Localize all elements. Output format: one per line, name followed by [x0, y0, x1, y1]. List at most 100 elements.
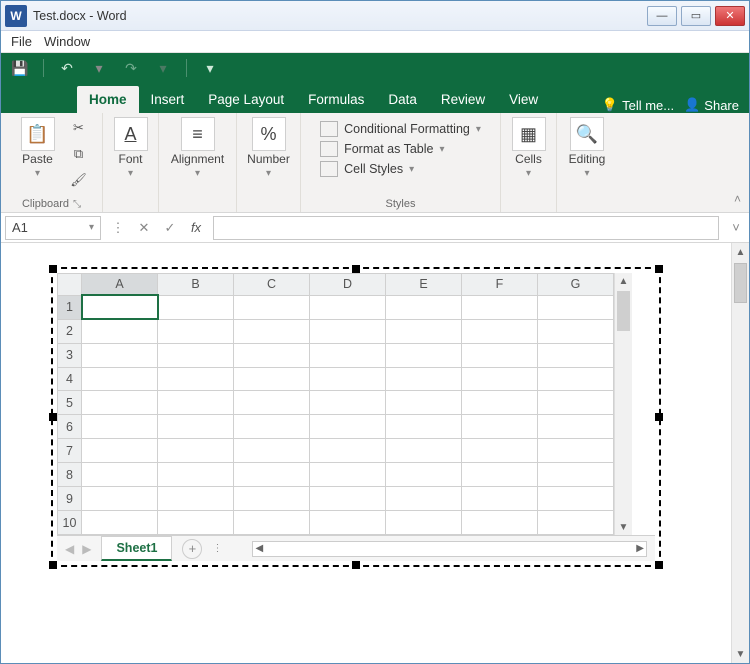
- scroll-up-icon[interactable]: ▲: [615, 273, 632, 289]
- format-painter-icon[interactable]: 🖌: [68, 169, 90, 191]
- redo-dropdown-icon[interactable]: ▾: [154, 59, 172, 77]
- resize-handle[interactable]: [655, 265, 663, 273]
- qat-customize-icon[interactable]: ▾: [201, 59, 219, 77]
- cell[interactable]: [82, 463, 158, 487]
- resize-handle[interactable]: [352, 561, 360, 569]
- cell[interactable]: [310, 511, 386, 535]
- scroll-down-icon[interactable]: ▼: [732, 645, 749, 663]
- cell[interactable]: [310, 439, 386, 463]
- cell[interactable]: [158, 295, 234, 319]
- share-button[interactable]: 👤Share: [684, 97, 739, 113]
- cell[interactable]: [234, 319, 310, 343]
- dialog-launcher-icon[interactable]: ⤡: [73, 199, 81, 210]
- cell[interactable]: [386, 367, 462, 391]
- column-header[interactable]: E: [386, 274, 462, 296]
- cell[interactable]: [462, 487, 538, 511]
- cell[interactable]: [82, 439, 158, 463]
- alignment-button[interactable]: ≡ Alignment▾: [167, 117, 229, 179]
- cell[interactable]: [82, 367, 158, 391]
- cut-icon[interactable]: ✂: [68, 117, 90, 139]
- select-all-corner[interactable]: [58, 274, 82, 296]
- expand-formula-bar-icon[interactable]: ˅: [723, 216, 749, 240]
- cell[interactable]: [462, 439, 538, 463]
- resize-handle[interactable]: [49, 561, 57, 569]
- cell[interactable]: [386, 391, 462, 415]
- row-header[interactable]: 2: [58, 319, 82, 343]
- cell[interactable]: [82, 343, 158, 367]
- embedded-spreadsheet-object[interactable]: A B C D E F G 1 2 3 4 5 6: [51, 267, 661, 567]
- cell[interactable]: [310, 463, 386, 487]
- cell[interactable]: [234, 295, 310, 319]
- cell-styles-button[interactable]: Cell Styles ▾: [320, 161, 481, 177]
- tab-data[interactable]: Data: [376, 86, 429, 113]
- row-header[interactable]: 9: [58, 487, 82, 511]
- tab-review[interactable]: Review: [429, 86, 497, 113]
- number-button[interactable]: % Number▾: [242, 117, 296, 179]
- copy-icon[interactable]: ⧉: [68, 143, 90, 165]
- column-header[interactable]: G: [538, 274, 614, 296]
- cell[interactable]: [234, 343, 310, 367]
- row-header[interactable]: 1: [58, 295, 82, 319]
- row-header[interactable]: 6: [58, 415, 82, 439]
- cell[interactable]: [462, 367, 538, 391]
- cell[interactable]: [82, 415, 158, 439]
- cell[interactable]: [158, 367, 234, 391]
- cell[interactable]: [386, 487, 462, 511]
- sheet-next-icon[interactable]: ▶: [82, 542, 91, 556]
- cell[interactable]: [462, 343, 538, 367]
- scroll-thumb[interactable]: [734, 263, 747, 303]
- collapse-ribbon-icon[interactable]: ˄: [734, 192, 741, 206]
- cell[interactable]: [310, 343, 386, 367]
- column-header[interactable]: D: [310, 274, 386, 296]
- tab-insert[interactable]: Insert: [139, 86, 197, 113]
- cell[interactable]: [158, 463, 234, 487]
- cell[interactable]: [538, 295, 614, 319]
- cell[interactable]: [158, 343, 234, 367]
- cell[interactable]: [538, 415, 614, 439]
- scroll-up-icon[interactable]: ▲: [732, 243, 749, 261]
- scroll-right-icon[interactable]: ▶: [636, 543, 644, 554]
- cell[interactable]: [310, 487, 386, 511]
- resize-handle[interactable]: [49, 413, 57, 421]
- row-header[interactable]: 5: [58, 391, 82, 415]
- save-icon[interactable]: 💾: [11, 59, 29, 77]
- cell[interactable]: [462, 463, 538, 487]
- cell[interactable]: [234, 487, 310, 511]
- column-header[interactable]: F: [462, 274, 538, 296]
- cell[interactable]: [386, 511, 462, 535]
- tell-me-button[interactable]: 💡Tell me...: [602, 97, 674, 113]
- cell[interactable]: [82, 511, 158, 535]
- cell[interactable]: [462, 391, 538, 415]
- cell[interactable]: [462, 319, 538, 343]
- name-box[interactable]: A1▾: [5, 216, 101, 240]
- cell[interactable]: [462, 415, 538, 439]
- sheet-horizontal-scrollbar[interactable]: ◀▶: [252, 541, 647, 557]
- fx-icon[interactable]: fx: [183, 216, 209, 240]
- row-header[interactable]: 10: [58, 511, 82, 535]
- tab-formulas[interactable]: Formulas: [296, 86, 376, 113]
- column-header[interactable]: C: [234, 274, 310, 296]
- undo-dropdown-icon[interactable]: ▾: [90, 59, 108, 77]
- tab-home[interactable]: Home: [77, 86, 139, 113]
- row-header[interactable]: 8: [58, 463, 82, 487]
- cell[interactable]: [234, 391, 310, 415]
- resize-handle[interactable]: [49, 265, 57, 273]
- menu-window[interactable]: Window: [44, 34, 90, 49]
- cell[interactable]: [386, 295, 462, 319]
- cell[interactable]: [234, 511, 310, 535]
- cell[interactable]: [386, 343, 462, 367]
- cell[interactable]: [234, 415, 310, 439]
- cell[interactable]: [310, 391, 386, 415]
- cancel-formula-icon[interactable]: ✕: [131, 216, 157, 240]
- cell[interactable]: [82, 319, 158, 343]
- cell[interactable]: [234, 367, 310, 391]
- cell[interactable]: [462, 295, 538, 319]
- scroll-thumb[interactable]: [617, 291, 630, 331]
- sheet-prev-icon[interactable]: ◀: [65, 542, 74, 556]
- formula-input[interactable]: [213, 216, 719, 240]
- scroll-down-icon[interactable]: ▼: [615, 519, 632, 535]
- cell[interactable]: [386, 319, 462, 343]
- resize-handle[interactable]: [352, 265, 360, 273]
- add-sheet-button[interactable]: +: [182, 539, 202, 559]
- sheet-vertical-scrollbar[interactable]: ▲ ▼: [614, 273, 632, 535]
